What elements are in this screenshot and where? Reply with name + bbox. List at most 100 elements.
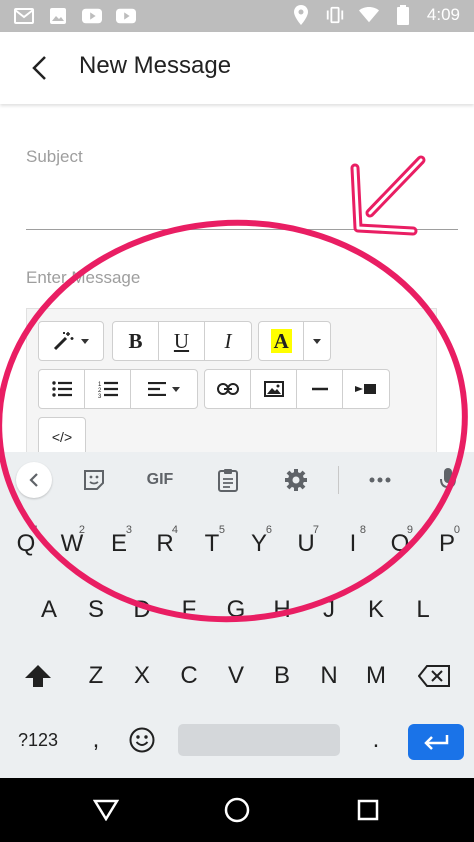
key-w[interactable]: 2W (50, 518, 94, 570)
key-h[interactable]: H (260, 584, 304, 636)
bullet-list-icon (51, 381, 72, 397)
highlight-button[interactable]: A (259, 322, 305, 360)
enter-key[interactable] (408, 724, 464, 760)
back-button[interactable] (24, 52, 54, 84)
underline-button[interactable]: U (159, 322, 205, 360)
emoji-key[interactable] (120, 714, 164, 766)
horizontal-rule-button[interactable] (297, 370, 343, 408)
key-r[interactable]: 4R (143, 518, 187, 570)
keyboard: GIF 1Q 2W 3E 4R 5T 6Y 7U 8I 9O 0 P A S D… (0, 452, 474, 778)
comma-key[interactable]: , (74, 714, 118, 766)
keyboard-collapse-button[interactable] (16, 462, 52, 498)
highlight-color-icon: A (270, 329, 292, 353)
gmail-icon (14, 7, 34, 25)
numbered-list-button[interactable]: 123 (85, 370, 131, 408)
toolbar-divider (338, 466, 339, 494)
key-t[interactable]: 5T (190, 518, 234, 570)
nav-back-button[interactable] (90, 794, 122, 826)
keyboard-toolbar: GIF (0, 452, 474, 508)
wifi-icon (358, 6, 379, 24)
key-b[interactable]: B (260, 650, 304, 702)
video-button[interactable] (343, 370, 389, 408)
status-bar: 4:09 (0, 0, 474, 32)
bold-icon: B (128, 328, 143, 353)
image-button[interactable] (251, 370, 297, 408)
nav-recents-icon (357, 799, 379, 821)
key-p[interactable]: 0P (425, 518, 469, 570)
key-v[interactable]: V (214, 650, 258, 702)
link-button[interactable] (205, 370, 251, 408)
shift-key[interactable] (16, 650, 60, 702)
keyboard-settings-button[interactable] (282, 466, 310, 494)
enter-icon (424, 735, 449, 750)
key-j[interactable]: J (307, 584, 351, 636)
magic-wand-icon (53, 332, 74, 351)
subject-underline (26, 229, 458, 230)
key-u[interactable]: 7U (284, 518, 328, 570)
message-input[interactable]: Enter Message (26, 268, 140, 288)
key-z[interactable]: Z (74, 650, 118, 702)
chevron-left-icon (29, 473, 38, 487)
sticker-button[interactable] (80, 466, 108, 494)
backspace-icon (418, 665, 450, 687)
code-view-icon: </> (51, 429, 73, 445)
bullet-list-button[interactable] (39, 370, 85, 408)
italic-icon: I (224, 328, 232, 353)
italic-button[interactable]: I (205, 322, 251, 360)
app-bar: New Message (0, 32, 474, 104)
highlight-dropdown[interactable] (304, 322, 330, 360)
key-d[interactable]: D (120, 584, 164, 636)
nav-home-icon (224, 797, 250, 823)
voice-input-button[interactable] (436, 466, 460, 494)
nav-recents-button[interactable] (352, 794, 384, 826)
key-g[interactable]: G (214, 584, 258, 636)
key-s[interactable]: S (74, 584, 118, 636)
text-style-group: B U I (112, 321, 252, 361)
location-icon (291, 5, 311, 25)
nav-back-icon (93, 799, 119, 821)
settings-icon (285, 469, 307, 491)
backspace-key[interactable] (412, 650, 456, 702)
key-a[interactable]: A (27, 584, 71, 636)
key-f[interactable]: F (167, 584, 211, 636)
navigation-bar (0, 778, 474, 842)
symbols-key[interactable]: ?123 (10, 714, 66, 766)
youtube-icon (116, 7, 136, 25)
key-y[interactable]: 6Y (237, 518, 281, 570)
key-m[interactable]: M (354, 650, 398, 702)
pointer-arrow (350, 155, 426, 236)
svg-text:3: 3 (98, 394, 102, 398)
link-icon (216, 383, 239, 395)
align-dropdown[interactable] (131, 370, 197, 408)
editor-toolbar: B U I A 123 </> (26, 308, 437, 458)
bold-button[interactable]: B (113, 322, 159, 360)
key-n[interactable]: N (307, 650, 351, 702)
key-i[interactable]: 8I (331, 518, 375, 570)
align-icon (148, 382, 166, 396)
space-key[interactable] (178, 724, 340, 756)
period-key[interactable]: . (354, 714, 398, 766)
gif-icon: GIF (146, 471, 174, 488)
numbered-list-icon: 123 (98, 381, 118, 398)
screen: 4:09 New Message Subject Enter Message B… (0, 0, 474, 842)
style-dropdown[interactable] (38, 321, 104, 361)
key-c[interactable]: C (167, 650, 211, 702)
key-e[interactable]: 3E (97, 518, 141, 570)
sticker-icon (84, 470, 104, 490)
nav-home-button[interactable] (221, 794, 253, 826)
clipboard-button[interactable] (214, 466, 242, 494)
code-view-button[interactable]: </> (38, 417, 86, 457)
key-q[interactable]: 1Q (4, 518, 48, 570)
underline-icon: U (173, 328, 190, 353)
more-button[interactable] (366, 466, 394, 494)
subject-input[interactable]: Subject (26, 147, 83, 167)
key-o[interactable]: 9O (378, 518, 422, 570)
status-time: 4:09 (426, 5, 460, 24)
insert-group (204, 369, 390, 409)
page-title: New Message (79, 52, 232, 79)
key-l[interactable]: L (401, 584, 445, 636)
key-k[interactable]: K (354, 584, 398, 636)
key-x[interactable]: X (120, 650, 164, 702)
photos-icon (48, 7, 68, 25)
gif-button[interactable]: GIF (140, 466, 180, 494)
